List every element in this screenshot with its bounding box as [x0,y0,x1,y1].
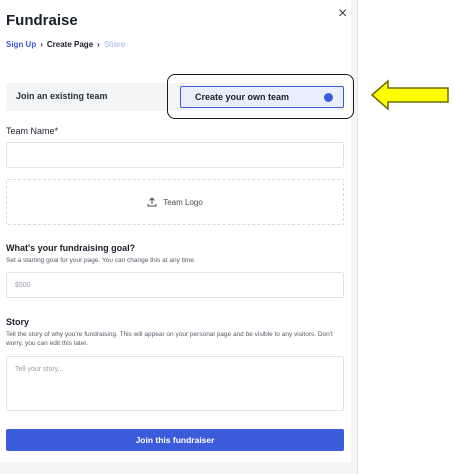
goal-input[interactable]: $500 [6,272,344,298]
fundraise-modal: Fundraise × Sign Up › Create Page › Shar… [0,0,357,474]
upload-icon [147,197,157,207]
breadcrumb-sign-up[interactable]: Sign Up [6,40,36,49]
annotation-arrow-icon [370,79,449,111]
breadcrumb-share: Share [103,40,126,49]
team-name-label: Team Name* [6,126,59,136]
bottom-strip [0,462,357,474]
page-title: Fundraise [6,12,78,29]
story-help-text: Tell the story of why you're fundraising… [6,331,333,347]
chevron-right-icon: › [40,40,43,49]
chevron-right-icon: › [97,40,100,49]
close-icon[interactable]: × [338,6,347,22]
join-fundraiser-button[interactable]: Join this fundraiser [6,429,344,451]
team-name-input[interactable] [6,142,344,168]
panel-divider [357,0,358,474]
goal-help-text: Set a starting goal for your page. You c… [6,257,196,264]
team-logo-label: Team Logo [163,197,203,207]
goal-label: What's your fundraising goal? [6,243,136,253]
join-existing-team-option[interactable]: Join an existing team [16,91,108,101]
goal-placeholder: $500 [15,282,31,289]
breadcrumb-create-page: Create Page [46,40,94,49]
story-label: Story [6,317,30,327]
story-placeholder: Tell your story... [15,366,64,373]
breadcrumb: Sign Up › Create Page › Share [6,40,125,49]
annotation-highlight-box [167,74,354,119]
story-textarea[interactable]: Tell your story... [6,356,344,411]
team-logo-upload[interactable]: Team Logo [6,179,344,225]
